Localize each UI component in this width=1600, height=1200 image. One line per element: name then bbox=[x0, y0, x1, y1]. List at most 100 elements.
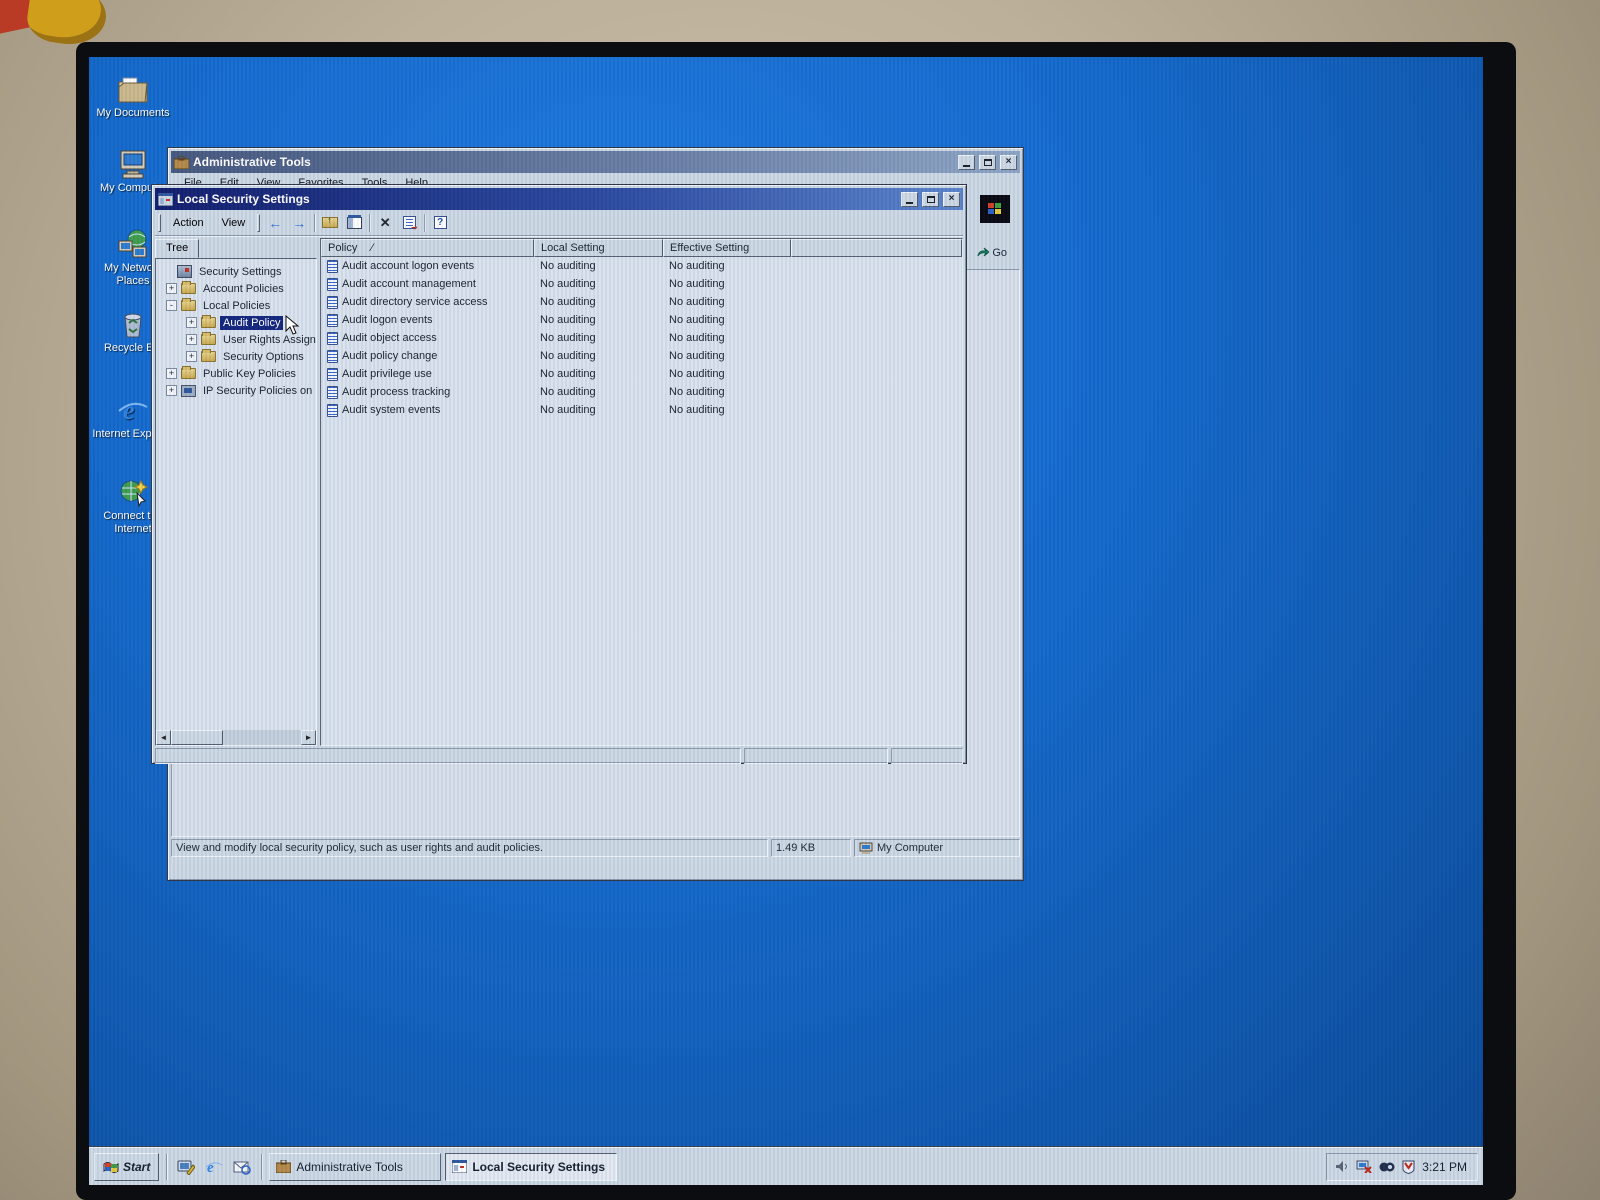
rebar-grip[interactable] bbox=[257, 213, 261, 232]
policy-row[interactable]: Audit process tracking No auditing No audi… bbox=[321, 383, 962, 401]
expand-icon[interactable]: + bbox=[186, 351, 197, 362]
recycle-bin-icon bbox=[124, 313, 142, 338]
quicklaunch-show-desktop[interactable] bbox=[174, 1155, 198, 1179]
collapse-icon[interactable]: - bbox=[166, 300, 177, 311]
expand-icon[interactable]: + bbox=[186, 334, 197, 345]
policy-row[interactable]: Audit object access No auditing No auditin… bbox=[321, 329, 962, 347]
folder-icon bbox=[201, 332, 216, 345]
folder-icon bbox=[201, 349, 216, 362]
admin-close-button[interactable]: × bbox=[1000, 154, 1017, 170]
admin-status-size: 1.49 KB bbox=[771, 839, 851, 857]
show-hide-console-tree-button[interactable] bbox=[342, 213, 366, 233]
up-one-level-button[interactable] bbox=[318, 213, 342, 233]
desktop-icon-my-documents[interactable]: My Documents bbox=[89, 74, 177, 120]
scroll-left-button[interactable]: ◄ bbox=[156, 730, 171, 745]
connect-internet-icon bbox=[120, 479, 149, 507]
policy-row[interactable]: Audit directory service access No auditin… bbox=[321, 293, 962, 311]
go-button-label: Go bbox=[992, 247, 1007, 259]
tree-item-security-settings[interactable]: Security Settings bbox=[158, 263, 316, 280]
admin-maximize-button[interactable] bbox=[979, 154, 996, 170]
taskbar-button-label: Administrative Tools bbox=[296, 1159, 403, 1174]
delete-button[interactable]: ✕ bbox=[373, 213, 397, 233]
column-header-local-setting[interactable]: Local Setting bbox=[534, 239, 663, 257]
start-button[interactable]: Start bbox=[94, 1152, 160, 1181]
policy-icon bbox=[327, 349, 338, 363]
scrollbar-thumb[interactable] bbox=[171, 730, 223, 745]
menu-action[interactable]: Action bbox=[164, 215, 213, 231]
admin-status-bar: View and modify local security policy, s… bbox=[171, 837, 1020, 857]
tree-item-public-key-policies[interactable]: + Public Key Policies bbox=[158, 365, 316, 382]
policy-row[interactable]: Audit account logon events No auditing No … bbox=[321, 257, 962, 275]
lss-close-button[interactable]: × bbox=[943, 191, 960, 207]
tree-item-local-policies[interactable]: - Local Policies bbox=[158, 297, 316, 314]
taskbar-clock[interactable]: 3:21 PM bbox=[1422, 1160, 1467, 1174]
console-tree: Security Settings + Account Policies - Loc… bbox=[155, 258, 317, 746]
menu-view[interactable]: View bbox=[213, 215, 255, 231]
export-list-button[interactable] bbox=[397, 213, 421, 233]
desktop-icon-label: My Documents bbox=[96, 107, 170, 119]
policy-icon bbox=[327, 313, 338, 327]
expand-icon[interactable]: + bbox=[166, 368, 177, 379]
antivirus-shield-icon[interactable] bbox=[1402, 1160, 1415, 1174]
expand-icon[interactable]: + bbox=[186, 317, 197, 328]
taskbar-button-administrative-tools[interactable]: Administrative Tools bbox=[269, 1152, 442, 1181]
policy-icon bbox=[327, 259, 338, 273]
folder-icon bbox=[201, 315, 216, 328]
column-header-policy[interactable]: Policy ∕ bbox=[321, 239, 534, 257]
outlook-express-icon bbox=[233, 1161, 252, 1175]
list-header-row: Policy ∕ Local Setting Effective Setting bbox=[321, 239, 962, 257]
lss-maximize-button[interactable] bbox=[922, 191, 939, 207]
tab-tree[interactable]: Tree bbox=[155, 239, 200, 258]
policy-row[interactable]: Audit account management No auditing No au… bbox=[321, 275, 962, 293]
forward-arrow-icon: → bbox=[292, 214, 307, 231]
tree-item-ip-security-policies[interactable]: + IP Security Policies on bbox=[158, 382, 316, 399]
admin-window-icon bbox=[174, 155, 189, 169]
taskbar-separator bbox=[261, 1153, 263, 1180]
quicklaunch-outlook-express[interactable] bbox=[230, 1155, 254, 1179]
policy-row[interactable]: Audit privilege use No auditing No auditin… bbox=[321, 365, 962, 383]
taskbar-button-local-security-settings[interactable]: Local Security Settings bbox=[445, 1152, 618, 1181]
my-computer-icon bbox=[120, 150, 146, 179]
scheduler-icon[interactable] bbox=[1379, 1160, 1395, 1173]
lss-title-bar[interactable]: Local Security Settings × bbox=[155, 188, 963, 210]
lss-menu-toolbar: Action View ← → ✕ ? bbox=[155, 210, 963, 236]
policy-icon bbox=[327, 403, 338, 417]
expand-icon[interactable]: + bbox=[166, 385, 177, 396]
lss-minimize-button[interactable] bbox=[901, 191, 918, 207]
help-button[interactable]: ? bbox=[428, 213, 452, 233]
start-label: Start bbox=[123, 1159, 151, 1174]
lss-body: Tree Security Settings + Account Policies bbox=[155, 238, 963, 746]
policy-row[interactable]: Audit system events No auditing No auditin… bbox=[321, 401, 962, 419]
admin-status-text: View and modify local security policy, s… bbox=[171, 839, 768, 857]
column-header-filler bbox=[791, 239, 962, 257]
crt-monitor-frame: My Documents My Computer My Network Plac… bbox=[76, 42, 1516, 1200]
admin-minimize-button[interactable] bbox=[958, 154, 975, 170]
expand-icon[interactable]: + bbox=[166, 283, 177, 294]
forward-button[interactable]: → bbox=[287, 213, 311, 233]
policy-icon bbox=[327, 331, 338, 345]
policy-icon bbox=[327, 277, 338, 291]
tree-item-user-rights-assignment[interactable]: + User Rights Assign bbox=[158, 331, 316, 348]
scroll-right-button[interactable]: ► bbox=[301, 730, 316, 745]
lss-window-title: Local Security Settings bbox=[177, 192, 310, 206]
lss-result-pane: Policy ∕ Local Setting Effective Setting … bbox=[320, 238, 963, 746]
network-status-icon[interactable] bbox=[1356, 1160, 1373, 1173]
back-button[interactable]: ← bbox=[263, 213, 287, 233]
quicklaunch-internet-explorer[interactable]: e bbox=[202, 1155, 226, 1179]
tree-tab-strip: Tree bbox=[155, 238, 317, 258]
volume-icon[interactable] bbox=[1335, 1160, 1349, 1173]
tree-item-audit-policy[interactable]: + Audit Policy bbox=[158, 314, 316, 331]
tree-item-account-policies[interactable]: + Account Policies bbox=[158, 280, 316, 297]
desktop: My Documents My Computer My Network Plac… bbox=[89, 57, 1483, 1185]
rebar-grip[interactable] bbox=[158, 213, 161, 232]
go-button[interactable]: Go bbox=[971, 245, 1012, 261]
console-tree-icon bbox=[346, 214, 362, 229]
policy-row[interactable]: Audit logon events No auditing No auditing bbox=[321, 311, 962, 329]
column-header-effective-setting[interactable]: Effective Setting bbox=[663, 239, 791, 257]
lss-left-pane: Tree Security Settings + Account Policies bbox=[155, 238, 317, 746]
admin-title-bar[interactable]: Administrative Tools × bbox=[171, 151, 1020, 173]
tree-item-security-options[interactable]: + Security Options bbox=[158, 348, 316, 365]
policy-row[interactable]: Audit policy change No auditing No auditin… bbox=[321, 347, 962, 365]
tree-horizontal-scrollbar[interactable]: ◄ ► bbox=[156, 730, 316, 745]
toolbar-separator bbox=[314, 213, 316, 232]
